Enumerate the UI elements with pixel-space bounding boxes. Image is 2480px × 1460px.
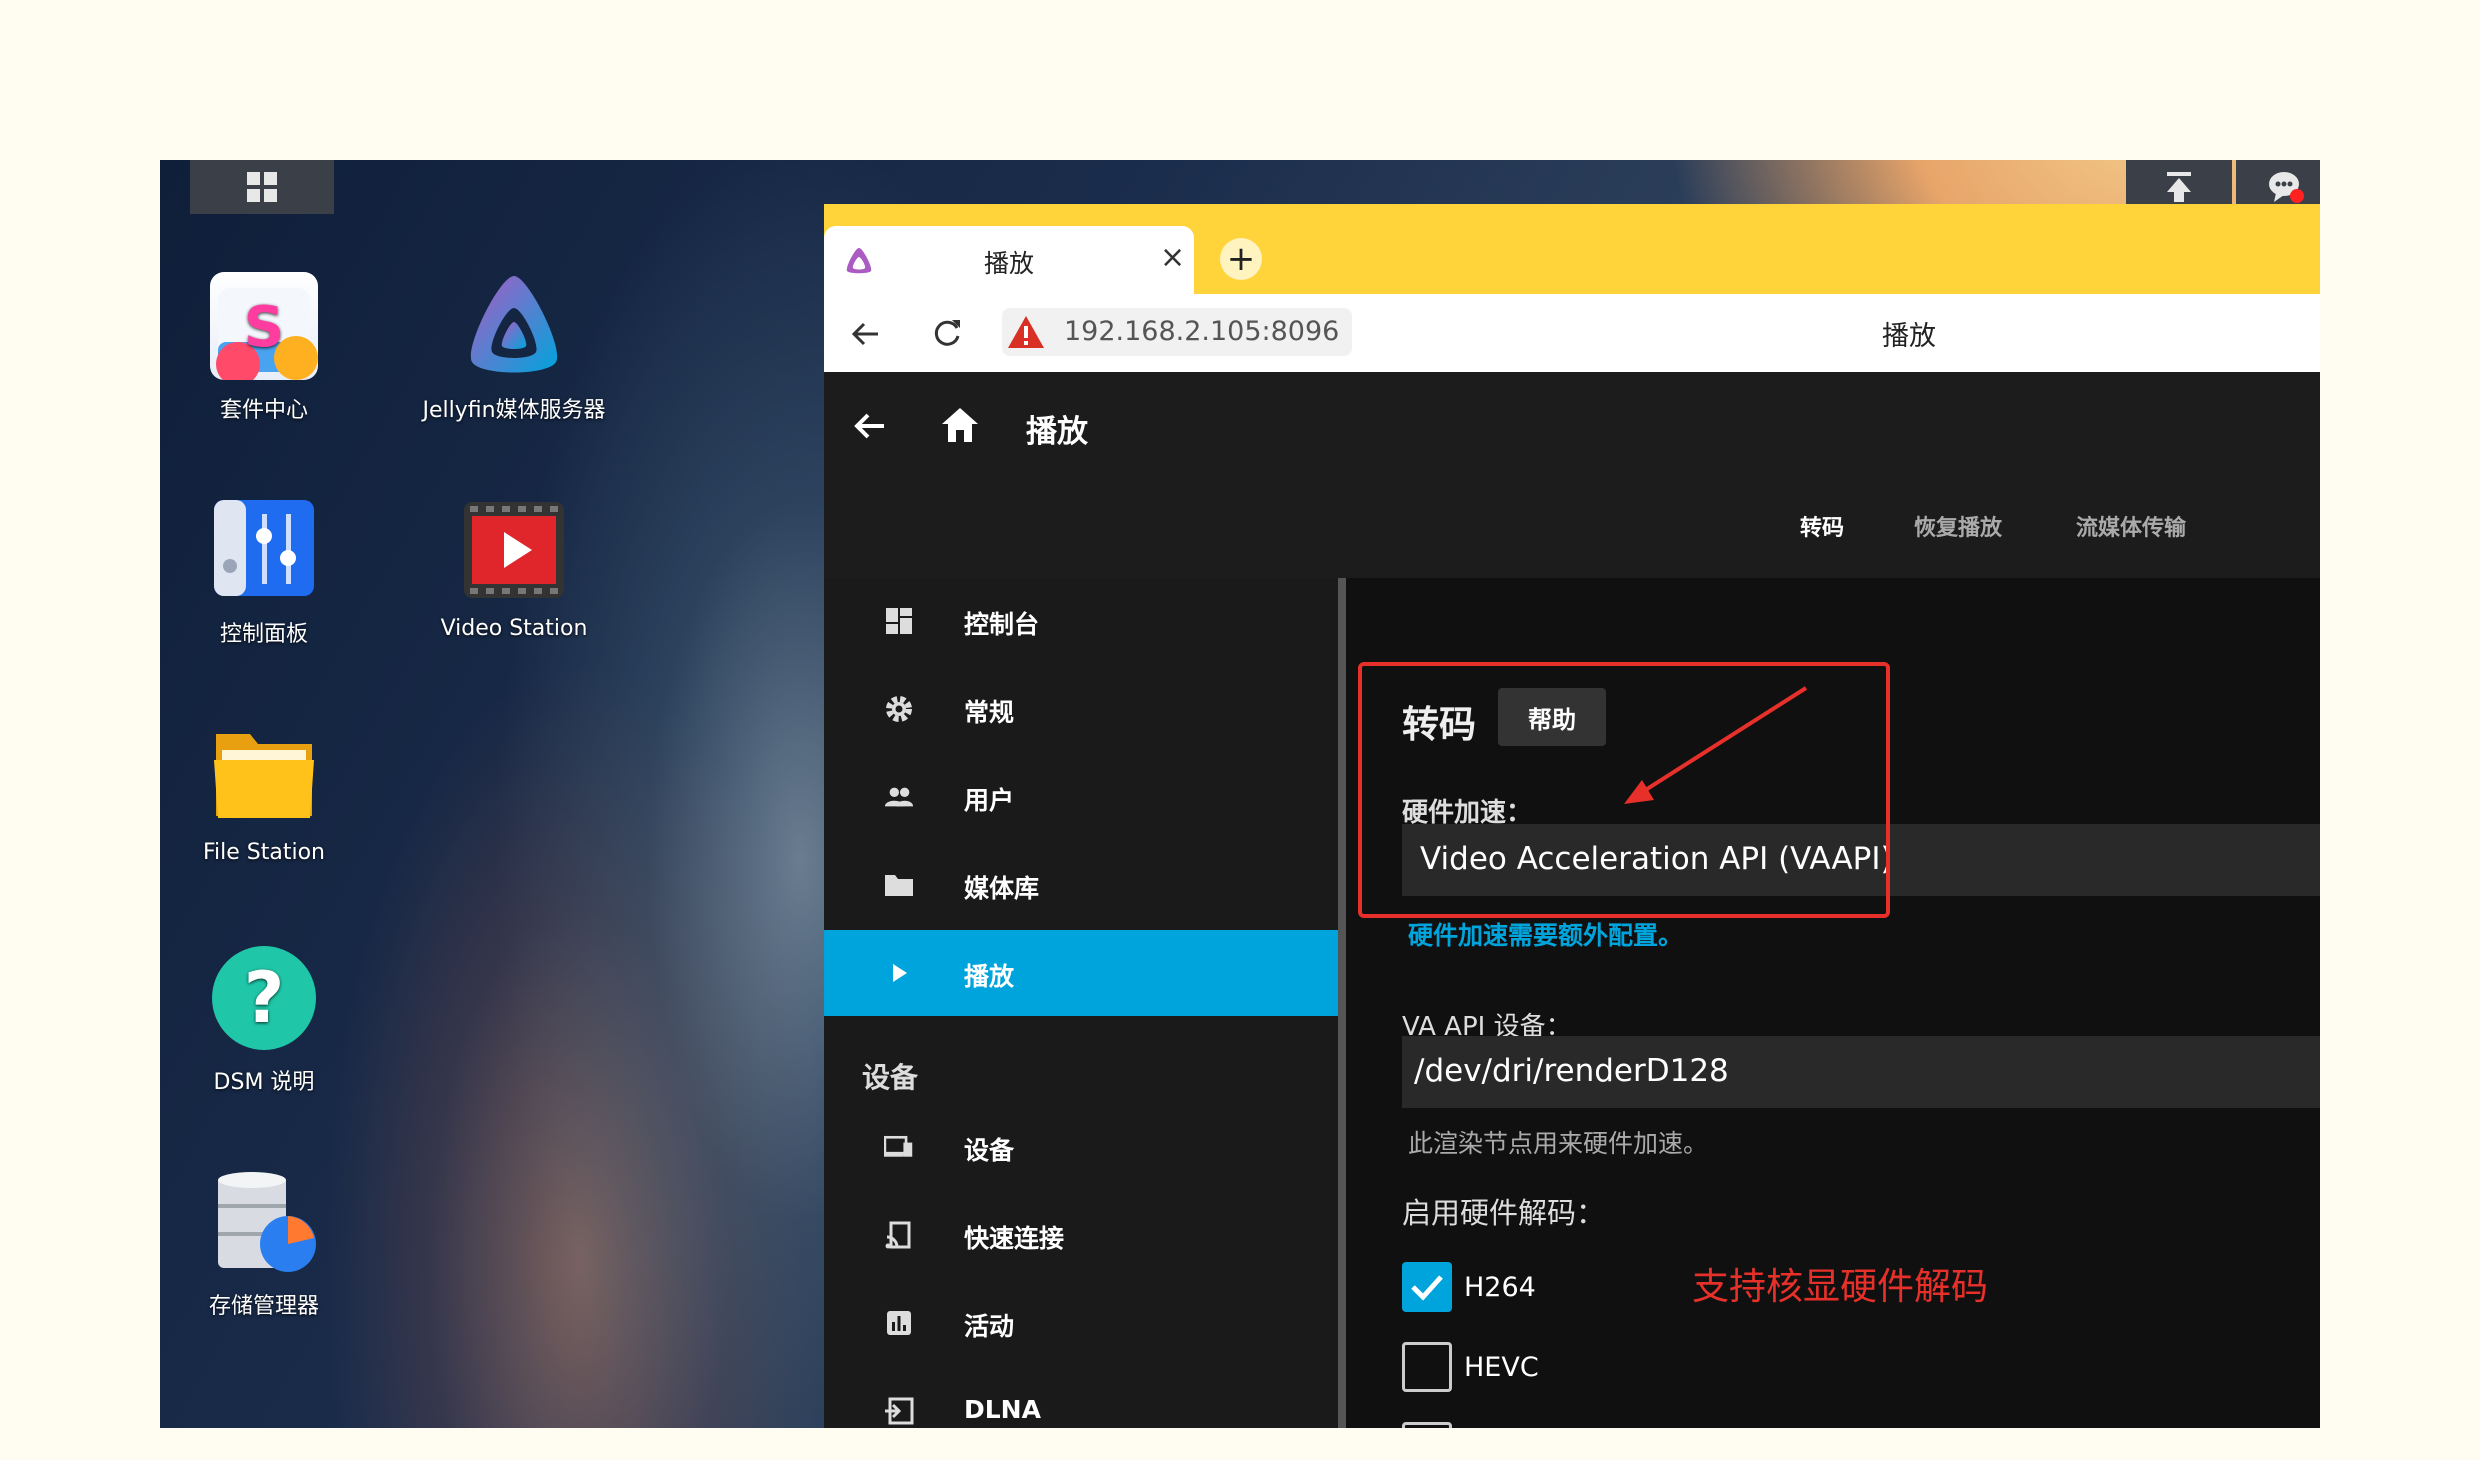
new-tab-button[interactable]: + xyxy=(1220,238,1262,280)
vaapi-device-input[interactable]: /dev/dri/renderD128 xyxy=(1402,1036,2320,1108)
video-station-shortcut[interactable]: Video Station xyxy=(414,496,614,641)
dlna-icon xyxy=(884,1396,914,1426)
sidebar-item-playback[interactable]: 播放 xyxy=(824,930,1338,1016)
warning-icon xyxy=(1008,316,1044,348)
h264-label: H264 xyxy=(1464,1272,1536,1303)
tab-transcoding[interactable]: 转码 xyxy=(1800,510,1844,542)
browser-window: 播放 × + 192.168.2.105:8096 播放 播放 转码 恢复播放 … xyxy=(824,204,2320,1428)
app-header: 播放 转码 恢复播放 流媒体传输 xyxy=(824,372,2320,578)
chat-notification-icon xyxy=(2269,172,2304,203)
jellyfin-icon xyxy=(460,272,568,380)
desktop: S 套件中心 Jellyfin媒体服务器 控制面板 Video Station … xyxy=(160,160,2320,1428)
back-arrow-icon[interactable] xyxy=(852,408,888,444)
users-icon xyxy=(884,782,914,812)
sidebar-item-general[interactable]: 常规 xyxy=(824,666,1338,752)
tab-streaming[interactable]: 流媒体传输 xyxy=(2076,510,2186,542)
sidebar-item-dlna[interactable]: DLNA xyxy=(824,1368,1338,1428)
storage-manager-shortcut[interactable]: 存储管理器 xyxy=(164,1168,364,1320)
sidebar-section-devices: 设备 xyxy=(862,1061,919,1094)
url-field[interactable]: 192.168.2.105:8096 xyxy=(1002,308,1352,356)
jellyfin-favicon xyxy=(846,248,872,274)
storage-manager-icon xyxy=(210,1168,318,1276)
dsm-help-shortcut[interactable]: ? DSM 说明 xyxy=(164,944,364,1096)
sidebar-item-dashboard[interactable]: 控制台 xyxy=(824,578,1338,664)
h264-checkbox[interactable] xyxy=(1402,1262,1452,1312)
vaapi-device-help: 此渲染节点用来硬件加速。 xyxy=(1408,1129,1709,1158)
hw-decode-label: 启用硬件解码： xyxy=(1402,1196,1606,1230)
play-icon xyxy=(884,958,914,988)
cast-icon xyxy=(884,1220,914,1250)
main-menu-button[interactable] xyxy=(190,160,334,214)
tab-strip: 播放 × + xyxy=(824,204,2320,294)
tab-resume[interactable]: 恢复播放 xyxy=(1914,510,2002,542)
package-center-icon: S xyxy=(210,272,318,386)
next-codec-checkbox[interactable] xyxy=(1402,1422,1452,1428)
activity-icon xyxy=(884,1308,914,1338)
tab-title: 播放 xyxy=(984,249,1035,278)
page-title: 播放 xyxy=(1882,321,1936,352)
hw-accel-config-link[interactable]: 硬件加速需要额外配置。 xyxy=(1408,916,1683,952)
devices-icon xyxy=(884,1132,914,1162)
address-bar: 192.168.2.105:8096 播放 xyxy=(824,294,2320,372)
close-icon[interactable]: × xyxy=(1160,240,1185,275)
control-panel-icon xyxy=(210,496,318,604)
sidebar-item-devices[interactable]: 设备 xyxy=(824,1104,1338,1190)
vaapi-device-value: /dev/dri/renderD128 xyxy=(1414,1053,1729,1089)
reload-icon[interactable] xyxy=(930,316,964,350)
upload-icon xyxy=(2167,172,2191,202)
folder-icon xyxy=(884,870,914,900)
help-icon: ? xyxy=(210,944,318,1052)
file-station-shortcut[interactable]: File Station xyxy=(164,720,364,865)
header-title: 播放 xyxy=(1026,414,1088,450)
hevc-checkbox[interactable] xyxy=(1402,1342,1452,1392)
svg-text:S: S xyxy=(244,295,284,360)
sidebar-item-quick-connect[interactable]: 快速连接 xyxy=(824,1192,1338,1278)
sidebar: 控制台 常规 用户 媒体库 播放 设备 设备 快速连接 活动 DLNA xyxy=(824,578,1338,1428)
folder-icon xyxy=(210,720,318,828)
sidebar-item-users[interactable]: 用户 xyxy=(824,754,1338,840)
annotation-arrow xyxy=(1624,686,1808,804)
annotation-text: 支持核显硬件解码 xyxy=(1692,1265,1988,1308)
gear-icon xyxy=(884,694,914,724)
plus-icon: + xyxy=(1226,239,1256,279)
control-panel-shortcut[interactable]: 控制面板 xyxy=(164,496,364,648)
back-arrow-icon[interactable] xyxy=(850,318,882,350)
svg-text:?: ? xyxy=(244,957,285,1039)
checkmark-icon xyxy=(1411,1275,1443,1301)
browser-tab[interactable]: 播放 × xyxy=(824,226,1194,294)
sidebar-item-libraries[interactable]: 媒体库 xyxy=(824,842,1338,928)
grid-icon xyxy=(247,172,277,202)
package-center-shortcut[interactable]: S 套件中心 xyxy=(164,272,364,424)
video-station-icon xyxy=(460,496,568,604)
hevc-label: HEVC xyxy=(1464,1352,1539,1383)
sidebar-scrollbar[interactable] xyxy=(1338,578,1346,1428)
url-text: 192.168.2.105:8096 xyxy=(1064,316,1340,347)
dashboard-icon xyxy=(884,606,914,636)
sidebar-item-activity[interactable]: 活动 xyxy=(824,1280,1338,1366)
home-icon[interactable] xyxy=(940,406,980,444)
jellyfin-shortcut[interactable]: Jellyfin媒体服务器 xyxy=(414,272,614,424)
